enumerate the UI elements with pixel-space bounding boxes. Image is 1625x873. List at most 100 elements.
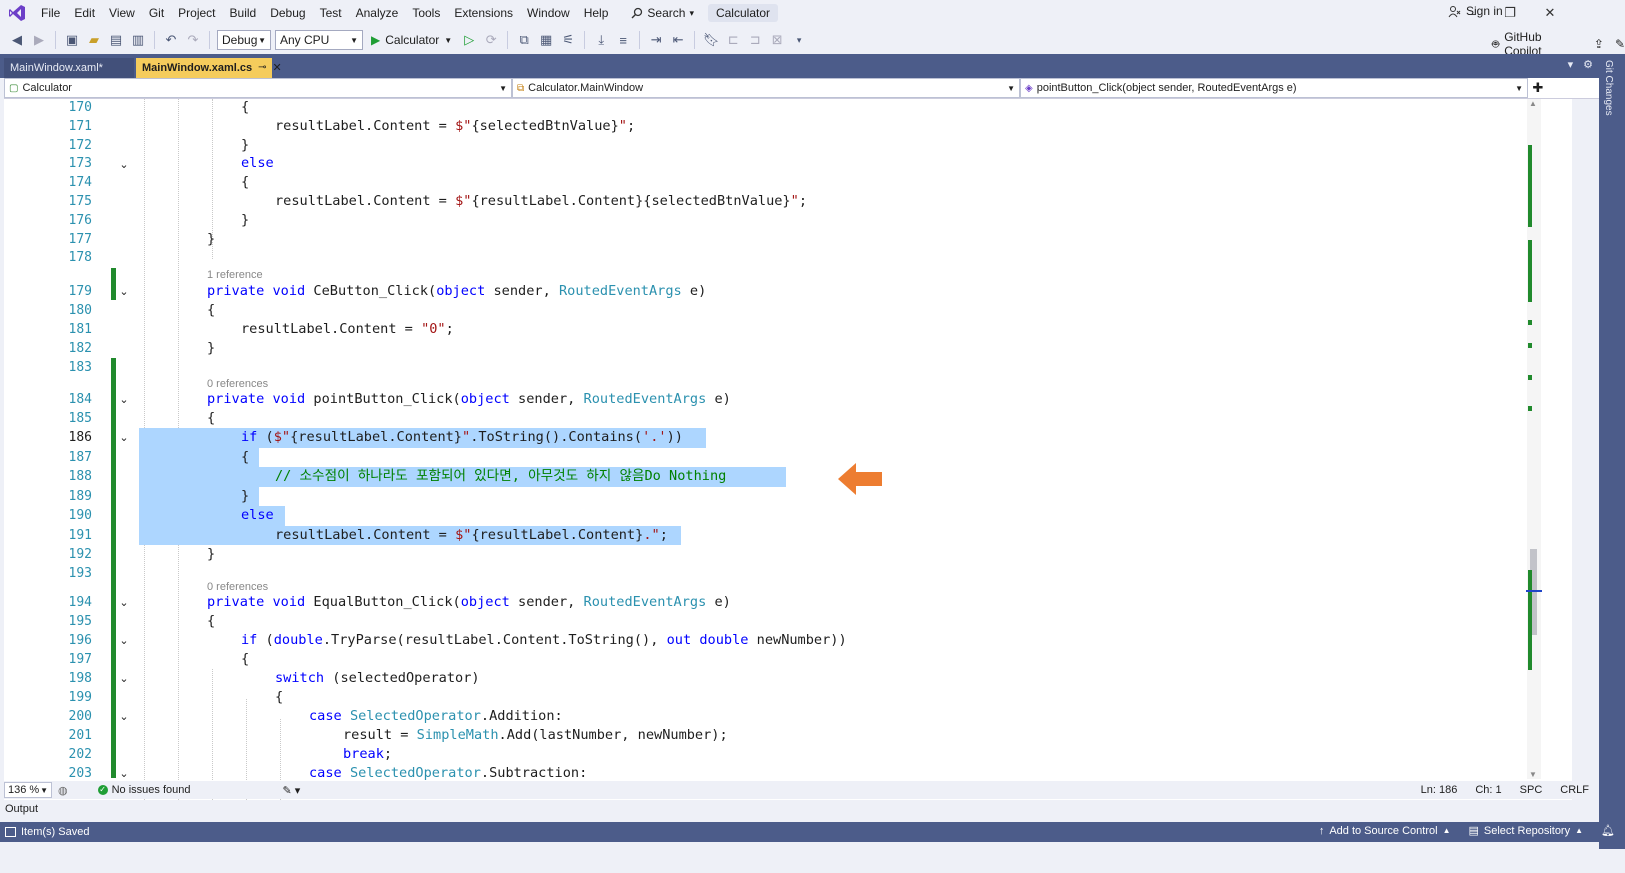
bookmark-clear-icon[interactable]: ⊠ — [768, 31, 786, 49]
collapse-chevron-icon[interactable]: ⌄ — [118, 669, 130, 689]
collapse-chevron-icon[interactable]: ⌄ — [118, 154, 130, 174]
document-tab-strip: MainWindow.xaml* MainWindow.xaml.cs ⊸ ✕ … — [0, 54, 1599, 78]
scroll-up-icon[interactable]: ▲ — [1529, 99, 1537, 108]
save-all-icon[interactable]: ▥ — [129, 31, 147, 49]
code-line: 178 — [4, 248, 1572, 268]
open-folder-icon[interactable]: ▰ — [85, 31, 103, 49]
save-icon[interactable]: ▤ — [107, 31, 125, 49]
select-repository-button[interactable]: ▤ Select Repository ▲ — [1468, 824, 1583, 838]
project-dropdown[interactable]: ▢ Calculator ▼ — [4, 78, 512, 98]
saved-icon — [5, 827, 16, 837]
zoom-select[interactable]: 136 % ▼ — [4, 782, 52, 798]
editor-status-row: 136 % ▼ ◍ ✓ No issues found ✎ ▾ Ln: 186 C… — [4, 781, 1599, 799]
code-text: private void EqualButton_Click(object se… — [207, 594, 731, 610]
code-text: } — [241, 211, 250, 228]
git-changes-tab[interactable]: Git Changes — [1603, 60, 1614, 116]
codelens-references[interactable]: 0 references — [207, 377, 268, 391]
collapse-chevron-icon[interactable]: ⌄ — [118, 707, 130, 727]
menu-test[interactable]: Test — [313, 2, 349, 24]
platform-select[interactable]: Any CPU ▼ — [275, 30, 363, 50]
code-line: 198 ⌄ switch (selectedOperator) — [4, 669, 1572, 689]
menu-file[interactable]: File — [34, 2, 67, 24]
share-icon[interactable]: ⇪ — [1594, 37, 1604, 51]
navigate-forward-icon[interactable]: ▶ — [30, 31, 48, 49]
start-debugging-button[interactable]: ▶ Calculator ▼ — [367, 33, 456, 47]
visual-studio-logo-icon[interactable] — [0, 0, 34, 26]
menu-project[interactable]: Project — [171, 2, 222, 24]
add-to-source-control-button[interactable]: ↑ Add to Source Control ▲ — [1319, 825, 1451, 837]
bookmark-prev-icon[interactable]: ⊏ — [724, 31, 742, 49]
menu-view[interactable]: View — [102, 2, 142, 24]
scroll-down-icon[interactable]: ▼ — [1529, 770, 1537, 779]
collapse-chevron-icon[interactable]: ⌄ — [118, 282, 130, 302]
toolbar-divider — [584, 31, 586, 49]
menu-analyze[interactable]: Analyze — [349, 2, 406, 24]
collapse-chevron-icon[interactable]: ⌄ — [118, 593, 130, 613]
feedback-icon[interactable]: ✎ — [1615, 37, 1625, 51]
indent-icon[interactable]: ⇥ — [647, 31, 665, 49]
issues-indicator[interactable]: ✓ No issues found — [97, 784, 191, 796]
codelens-references[interactable]: 1 reference — [207, 268, 263, 282]
filter-icon[interactable]: ⚟ — [559, 31, 577, 49]
collapse-chevron-icon[interactable]: ⌄ — [118, 428, 130, 448]
toolbar-divider — [154, 31, 155, 49]
code-text: if (double.TryParse(resultLabel.Content.… — [241, 632, 847, 648]
format-icon[interactable]: ≡ — [614, 31, 632, 49]
minimize-button[interactable]: – — [1457, 3, 1487, 23]
bookmark-next-icon[interactable]: ⊐ — [746, 31, 764, 49]
menu-edit[interactable]: Edit — [67, 2, 102, 24]
new-item-icon[interactable]: ▣ — [63, 31, 81, 49]
whitespace-indicator[interactable]: SPC — [1520, 784, 1543, 796]
settings-gear-icon[interactable]: ⚙ — [1583, 58, 1593, 71]
codelens-references[interactable]: 0 references — [207, 580, 268, 594]
step-icon[interactable]: ⤓ — [592, 31, 610, 49]
outdent-icon[interactable]: ⇤ — [669, 31, 687, 49]
start-without-debugging-icon[interactable]: ▷ — [460, 31, 478, 49]
column-indicator[interactable]: Ch: 1 — [1475, 784, 1501, 796]
search-button[interactable]: Search ▾ — [625, 3, 700, 23]
output-tab[interactable]: Output — [0, 800, 1599, 820]
tab-mainwindow-xaml-cs[interactable]: MainWindow.xaml.cs ⊸ ✕ — [136, 58, 282, 78]
undo-icon[interactable]: ↶ — [162, 31, 180, 49]
code-text: { — [241, 448, 250, 465]
close-window-button[interactable]: ✕ — [1535, 3, 1565, 23]
menu-git[interactable]: Git — [142, 2, 171, 24]
layout-icon[interactable]: ▦ — [537, 31, 555, 49]
line-indicator[interactable]: Ln: 186 — [1421, 784, 1458, 796]
menu-build[interactable]: Build — [223, 2, 264, 24]
code-text: break; — [343, 746, 393, 762]
menu-debug[interactable]: Debug — [263, 2, 312, 24]
tab-strip-actions: ▾ ⚙ — [1568, 58, 1593, 71]
code-text: } — [241, 136, 250, 153]
brush-icon[interactable]: ✎ ▾ — [283, 784, 301, 797]
restore-button[interactable]: ❐ — [1495, 3, 1525, 23]
tab-list-dropdown-icon[interactable]: ▾ — [1568, 58, 1574, 71]
code-editor[interactable]: 170 { 171 resultLabel.Content = $"{selec… — [4, 99, 1572, 808]
split-editor-icon[interactable]: ✚ — [1528, 78, 1548, 98]
menu-extensions[interactable]: Extensions — [447, 2, 520, 24]
menu-window[interactable]: Window — [520, 2, 577, 24]
collapse-chevron-icon[interactable]: ⌄ — [118, 390, 130, 410]
redo-icon[interactable]: ↷ — [184, 31, 202, 49]
toolbar: ◀ ▶ ▣ ▰ ▤ ▥ ↶ ↷ Debug ▼ Any CPU ▼ ▶ Calcul… — [0, 26, 1625, 54]
copilot-status-icon[interactable]: ◍ — [58, 784, 68, 797]
toolbar-overflow-icon[interactable]: ▾ — [790, 31, 808, 49]
type-dropdown[interactable]: ⧉ Calculator.MainWindow ▼ — [512, 78, 1020, 98]
collapse-chevron-icon[interactable]: ⌄ — [118, 631, 130, 651]
line-ending-indicator[interactable]: CRLF — [1560, 784, 1589, 796]
browse-icon[interactable]: ⧉ — [515, 31, 533, 49]
navigate-back-icon[interactable]: ◀ — [8, 31, 26, 49]
menu-help[interactable]: Help — [577, 2, 616, 24]
hot-reload-icon[interactable]: ⟳ — [482, 31, 500, 49]
configuration-select[interactable]: Debug ▼ — [217, 30, 271, 50]
code-line: 170 { — [4, 99, 1572, 118]
line-number: 199 — [68, 690, 92, 705]
close-tab-icon[interactable]: ✕ — [273, 58, 282, 78]
bookmark-icon[interactable]: 🔖︎ — [702, 31, 720, 49]
tab-mainwindow-xaml[interactable]: MainWindow.xaml* — [4, 58, 134, 78]
notifications-bell-icon[interactable]: 🔔︎ — [1601, 824, 1615, 837]
member-dropdown[interactable]: ◈ pointButton_Click(object sender, Routed… — [1020, 78, 1528, 98]
pin-icon[interactable]: ⊸ — [258, 58, 266, 78]
code-text: { — [207, 302, 216, 318]
menu-tools[interactable]: Tools — [405, 2, 447, 24]
